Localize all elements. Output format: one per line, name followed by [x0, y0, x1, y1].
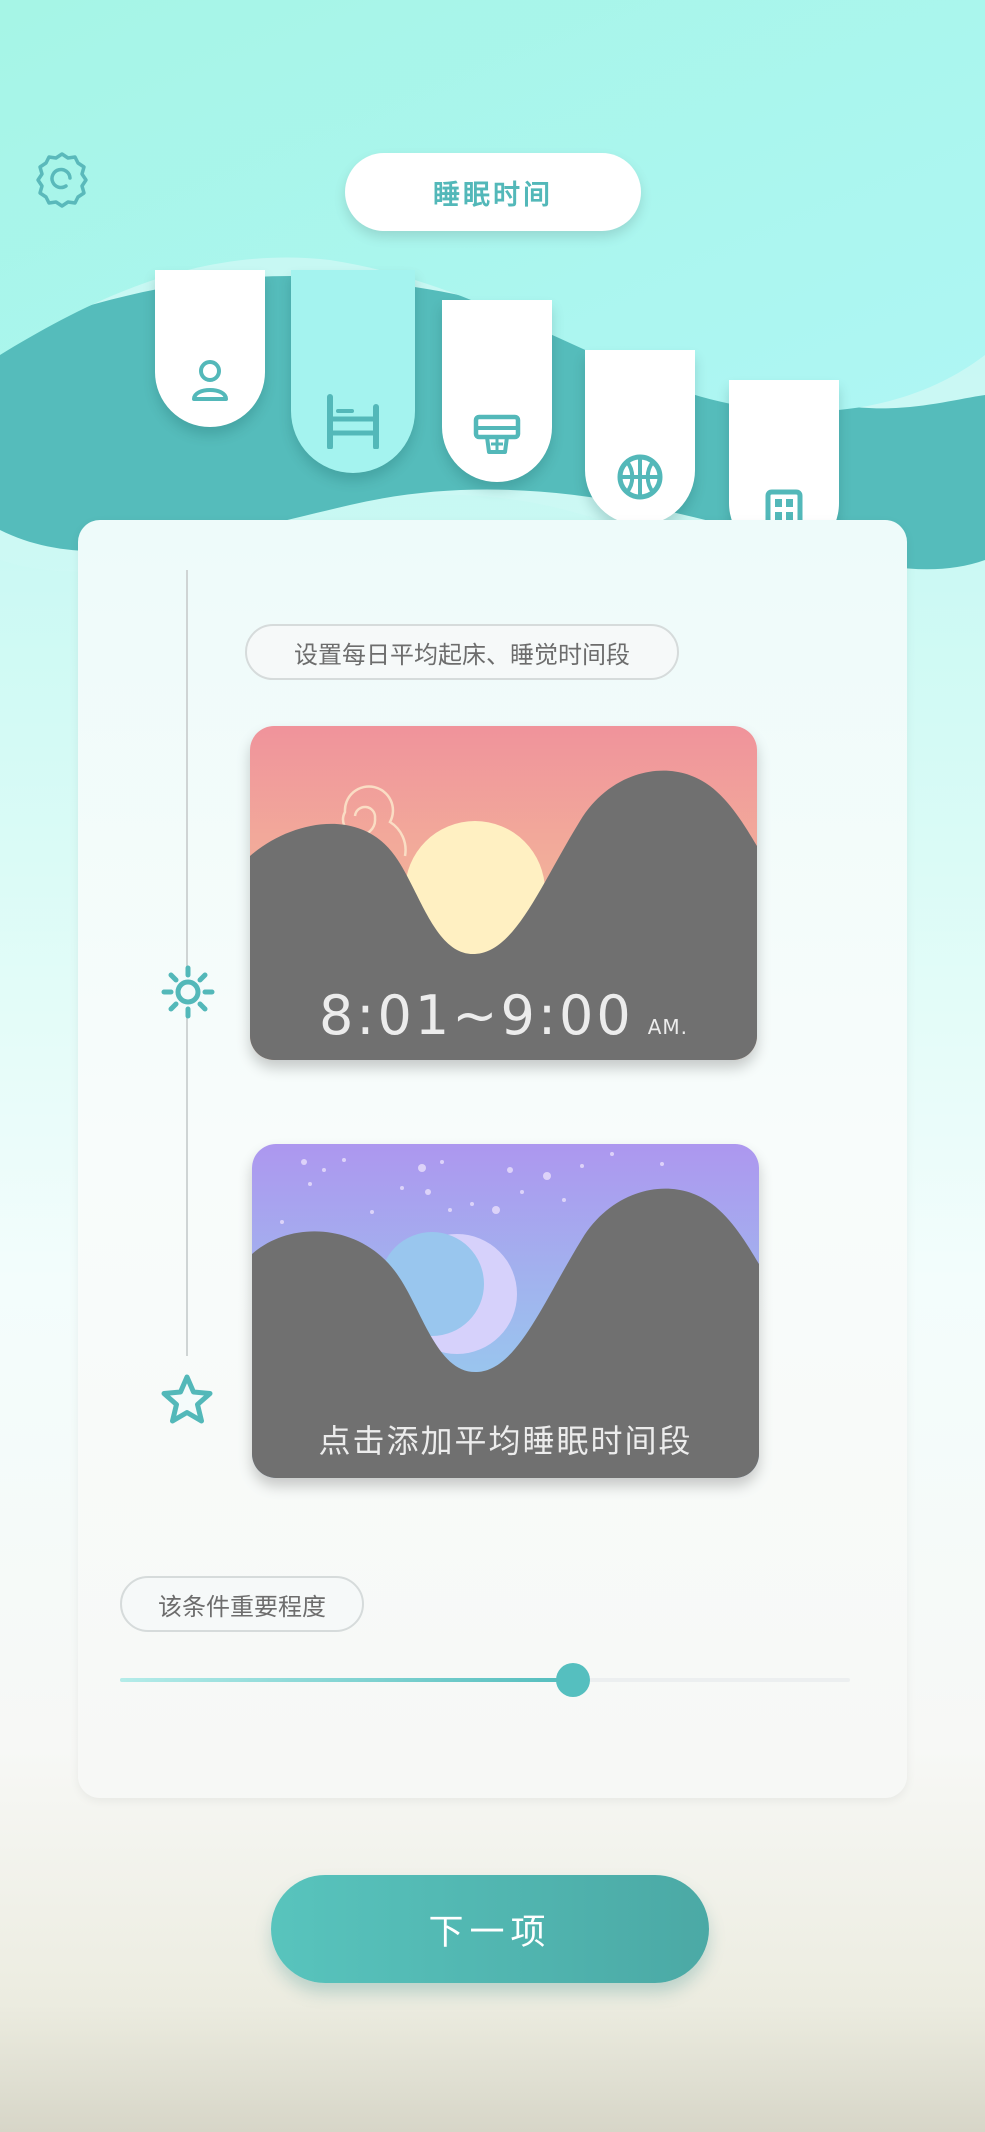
- page-title[interactable]: 睡眠时间: [345, 153, 641, 231]
- tab-sleep[interactable]: [291, 270, 415, 473]
- person-icon: [192, 360, 228, 401]
- settings-button[interactable]: [30, 148, 94, 212]
- slider-fill: [120, 1678, 573, 1682]
- wake-time-range: 8:01~9:00 AM.: [250, 984, 757, 1047]
- next-button[interactable]: 下一项: [271, 1875, 709, 1983]
- timeline-line: [186, 570, 188, 1356]
- tab-sports[interactable]: [585, 350, 695, 525]
- wake-time-card[interactable]: 8:01~9:00 AM.: [250, 726, 757, 1060]
- bed-icon: [327, 394, 379, 449]
- sun-icon: [161, 965, 215, 1019]
- wake-time-value: 8:01~9:00: [318, 984, 634, 1047]
- tab-study[interactable]: [442, 300, 552, 482]
- ampm-label: AM.: [647, 1015, 689, 1039]
- gear-icon: [36, 152, 88, 208]
- hint-label: 设置每日平均起床、睡觉时间段: [245, 624, 679, 680]
- importance-slider[interactable]: [120, 1663, 850, 1697]
- add-sleep-prompt: 点击添加平均睡眠时间段: [318, 1422, 693, 1460]
- slider-thumb[interactable]: [555, 1663, 590, 1697]
- importance-label: 该条件重要程度: [120, 1576, 364, 1632]
- basketball-icon: [617, 454, 663, 500]
- sleep-time-card[interactable]: 点击添加平均睡眠时间段: [252, 1144, 759, 1478]
- desk-icon: [473, 414, 521, 454]
- tab-profile[interactable]: [155, 270, 265, 427]
- star-icon: [161, 1374, 213, 1424]
